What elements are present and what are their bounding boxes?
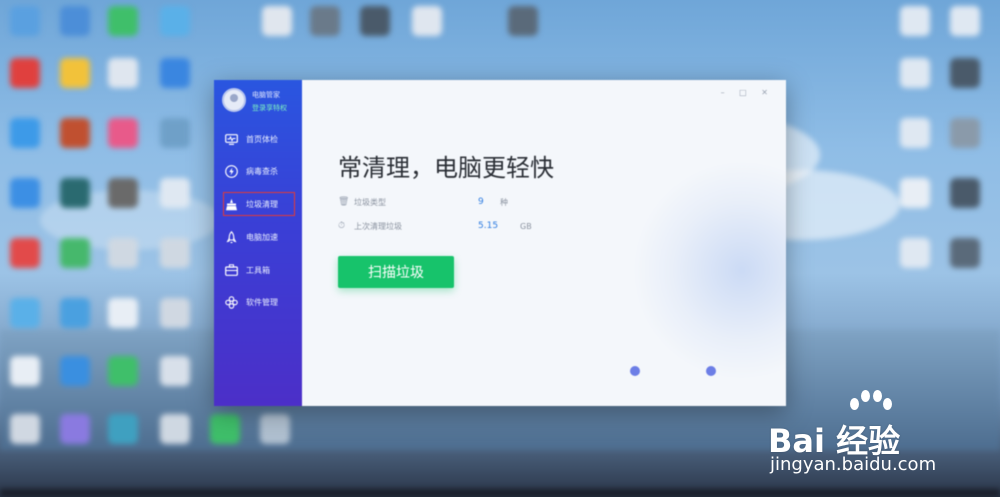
sidebar-item-clean[interactable]: 垃圾清理 — [223, 192, 295, 216]
stat-last-cleaned: ⏱ 上次清理垃圾 5.15 GB — [338, 219, 532, 233]
sidebar-item-label: 电脑加速 — [246, 232, 278, 242]
scan-junk-button[interactable]: 扫描垃圾 — [338, 256, 454, 288]
apps-icon — [224, 295, 238, 309]
profile-area[interactable]: 电脑管家 登录享特权 — [222, 86, 302, 122]
stat-unit: 种 — [500, 197, 508, 207]
page-title: 常清理，电脑更轻快 — [338, 154, 554, 182]
sidebar-item-virus[interactable]: 病毒查杀 — [224, 160, 294, 182]
monitor-icon — [224, 132, 238, 146]
stat-value: 5.15 — [478, 221, 499, 231]
footer-link-left[interactable] — [630, 366, 644, 376]
login-link[interactable]: 登录享特权 — [252, 103, 287, 113]
stat-label: 上次清理垃圾 — [354, 221, 402, 231]
sidebar-item-label: 首页体检 — [246, 134, 278, 144]
decorative-swirl — [632, 160, 786, 380]
stat-junk-types: 🗑 垃圾类型 9 种 — [338, 195, 518, 209]
stat-unit: GB — [520, 221, 532, 231]
toolbox-icon — [224, 263, 238, 277]
sidebar-item-checkup[interactable]: 首页体检 — [224, 128, 294, 150]
avatar[interactable] — [222, 88, 246, 112]
sidebar-item-label: 软件管理 — [246, 297, 278, 307]
footer-link-right[interactable] — [706, 366, 720, 376]
window-controls[interactable]: – □ ✕ — [721, 88, 774, 97]
footer-icon — [630, 366, 640, 376]
lightning-icon — [224, 164, 238, 178]
stat-value: 9 — [478, 197, 484, 207]
stat-label: 垃圾类型 — [354, 197, 386, 207]
sidebar-item-toolbox[interactable]: 工具箱 — [224, 259, 294, 281]
sidebar: 电脑管家 登录享特权 首页体检 病毒查杀 垃圾清理 电脑加速 工具箱 软件管理 — [214, 80, 302, 406]
footer-icon — [706, 366, 716, 376]
trash-icon: 🗑 — [338, 197, 350, 207]
main-panel: – □ ✕ 常清理，电脑更轻快 🗑 垃圾类型 9 种 ⏱ 上次清理垃圾 5.15… — [302, 80, 786, 406]
baidu-jingyan-watermark: Bai 经验 jingyan.baidu.com — [768, 388, 998, 478]
clock-icon: ⏱ — [338, 221, 346, 231]
pc-manager-window: 电脑管家 登录享特权 首页体检 病毒查杀 垃圾清理 电脑加速 工具箱 软件管理 … — [214, 80, 786, 406]
sidebar-item-label: 工具箱 — [246, 265, 270, 275]
sidebar-item-speedup[interactable]: 电脑加速 — [224, 226, 294, 248]
broom-icon — [224, 197, 238, 211]
sidebar-item-label: 垃圾清理 — [246, 199, 278, 209]
profile-name: 电脑管家 — [252, 91, 280, 99]
watermark-url: jingyan.baidu.com — [770, 454, 937, 475]
rocket-icon — [224, 230, 238, 244]
sidebar-item-software[interactable]: 软件管理 — [224, 291, 294, 313]
sidebar-item-label: 病毒查杀 — [246, 166, 278, 176]
